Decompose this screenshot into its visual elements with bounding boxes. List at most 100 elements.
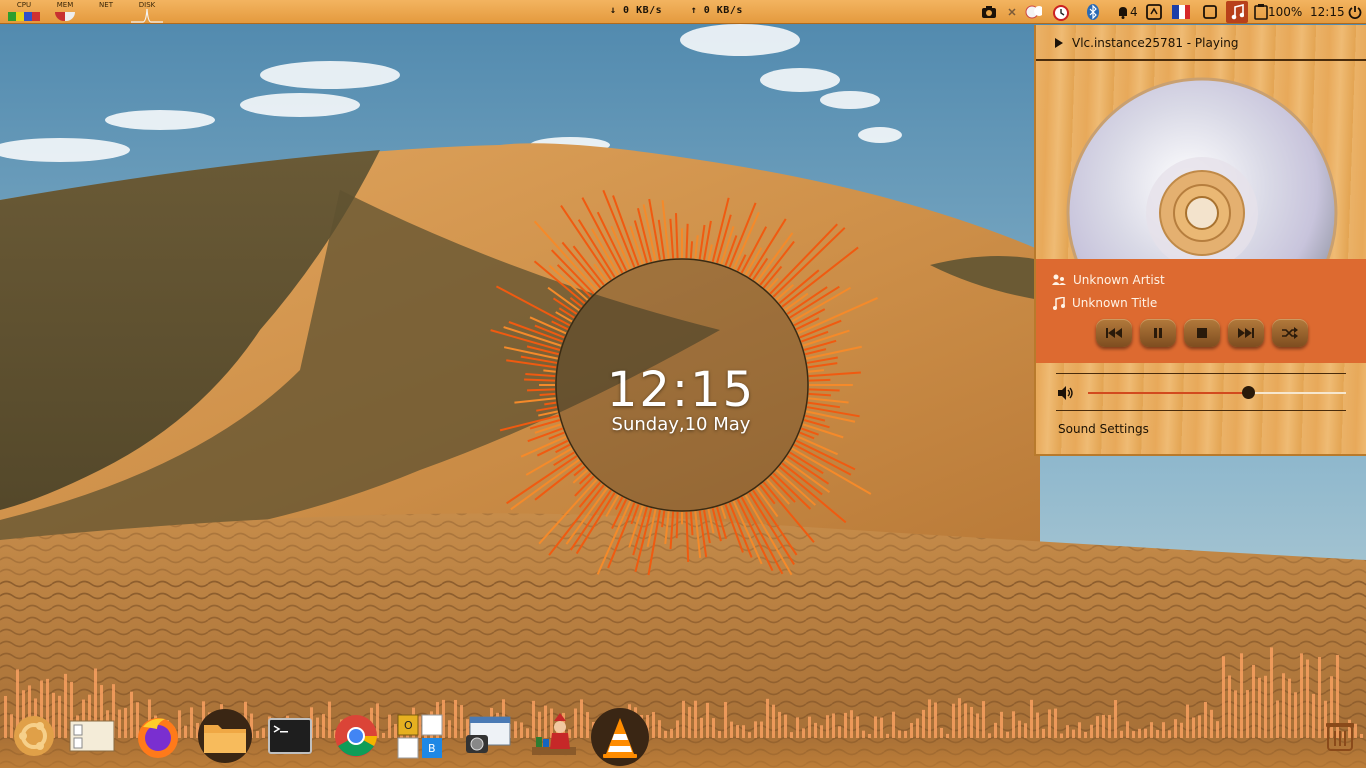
- dock-visualizer-bar: [724, 702, 727, 738]
- dock-visualizer-bar: [1288, 678, 1291, 738]
- cd-disc-icon: [1066, 77, 1338, 259]
- office-icon: OB: [397, 714, 443, 759]
- dock-visualizer-bar: [928, 699, 931, 738]
- dock-visualizer-bar: [58, 695, 61, 738]
- weather-icon[interactable]: [1024, 3, 1042, 21]
- terminal-icon: [268, 718, 312, 754]
- power-icon[interactable]: [1346, 3, 1364, 21]
- next-icon: [1238, 328, 1254, 338]
- playback-controls: [1096, 319, 1308, 347]
- clock-time: 12:15: [606, 362, 756, 418]
- music-note-icon[interactable]: [1226, 1, 1248, 23]
- dock-visualizer-bar: [1030, 699, 1033, 738]
- visualizer-bar: [543, 369, 556, 373]
- dock-visualizer-bar: [934, 702, 937, 738]
- chrome-icon: [335, 715, 377, 757]
- disk-monitor[interactable]: DISK: [129, 0, 165, 24]
- dock-visualizer-bar: [1294, 692, 1297, 738]
- svg-text:B: B: [428, 742, 436, 755]
- visualizer-bar: [524, 378, 556, 382]
- dock-visualizer-bar: [1282, 673, 1285, 738]
- shuffle-button[interactable]: [1272, 319, 1308, 347]
- desktop-clock-widget: 12:15 Sunday,10 May: [556, 362, 806, 435]
- dock-item-firefox[interactable]: [134, 712, 182, 760]
- volume-slider-handle[interactable]: [1241, 386, 1255, 399]
- net-label: NET: [99, 1, 113, 9]
- screenshot-icon[interactable]: [980, 3, 998, 21]
- sound-menu-popup: Vlc.instance25781 - Playing Unknown Arti…: [1034, 25, 1366, 456]
- dock-visualizer-bar: [1234, 690, 1237, 738]
- dock-visualizer-bar: [1264, 675, 1267, 738]
- dock-item-ubuntu[interactable]: [10, 712, 58, 760]
- dock-item-screenshot-tool[interactable]: [464, 712, 512, 760]
- dock-item-office[interactable]: OB: [396, 712, 444, 760]
- trash-icon: [1326, 723, 1354, 751]
- window-icon[interactable]: [1201, 3, 1219, 21]
- dock-visualizer-bar: [1222, 656, 1225, 738]
- dock-item-vlc[interactable]: [591, 708, 649, 766]
- dock-visualizer-bar: [328, 701, 331, 738]
- dock-visualizer-bar: [1306, 659, 1309, 738]
- previous-button[interactable]: [1096, 319, 1132, 347]
- disk-graph-icon: [131, 8, 163, 23]
- cpu-monitor[interactable]: CPU: [6, 0, 42, 24]
- dock-item-terminal[interactable]: [266, 712, 314, 760]
- firefox-icon: [138, 718, 178, 758]
- stop-icon: [1197, 328, 1207, 338]
- svg-text:O: O: [404, 719, 413, 732]
- bluetooth-icon[interactable]: [1084, 3, 1102, 21]
- mem-monitor[interactable]: MEM: [47, 0, 83, 24]
- top-panel: CPU MEM NET DISK ↓ 0 KB/s ↑ 0 KB/s 4 100…: [0, 0, 1366, 24]
- clock-date: Sunday,10 May: [611, 414, 751, 435]
- alarm-clock-icon[interactable]: [1052, 3, 1070, 21]
- vlc-icon: [591, 708, 649, 766]
- dock-visualizer-bar: [454, 699, 457, 738]
- title-row: Unknown Title: [1052, 296, 1157, 310]
- dock-visualizer-bar: [1228, 675, 1231, 738]
- screen-lock-icon[interactable]: [1145, 3, 1163, 21]
- dock-visualizer-bar: [682, 700, 685, 738]
- stop-button[interactable]: [1184, 319, 1220, 347]
- visualizer-bar: [675, 511, 679, 539]
- track-title: Unknown Title: [1072, 296, 1158, 310]
- dock-visualizer-bar: [1276, 700, 1279, 738]
- dock-item-files[interactable]: [198, 709, 252, 763]
- player-name: Vlc.instance25781 - Playing: [1072, 36, 1239, 50]
- net-monitor[interactable]: NET: [88, 0, 124, 24]
- player-header[interactable]: Vlc.instance25781 - Playing: [1036, 25, 1366, 61]
- dock-visualizer-bar: [952, 703, 955, 738]
- close-icon[interactable]: [1003, 3, 1021, 21]
- dock-visualizer-bar: [964, 703, 967, 738]
- dock-visualizer-bar: [1240, 653, 1243, 738]
- volume-row: [1056, 373, 1346, 411]
- pause-button[interactable]: [1140, 319, 1176, 347]
- dock-item-game[interactable]: [530, 712, 578, 760]
- volume-slider[interactable]: [1088, 386, 1346, 399]
- battery-level: 100%: [1268, 5, 1303, 19]
- french-flag-icon[interactable]: [1172, 3, 1190, 21]
- dock-item-trash[interactable]: [1316, 712, 1364, 760]
- dock-visualizer-bar: [1300, 653, 1303, 738]
- sound-settings-item[interactable]: Sound Settings: [1058, 422, 1149, 436]
- visualizer-bar: [808, 388, 840, 392]
- dock-visualizer-bar: [130, 691, 133, 738]
- play-indicator-icon: [1055, 38, 1063, 48]
- dock-visualizer-bar: [706, 702, 709, 738]
- dock-visualizer-bar: [1204, 701, 1207, 738]
- artist-name: Unknown Artist: [1073, 273, 1165, 287]
- dock-visualizer-bar: [982, 701, 985, 738]
- track-title-icon: [1053, 296, 1065, 310]
- net-speed-indicator: ↓ 0 KB/s ↑ 0 KB/s: [610, 5, 765, 16]
- dock-visualizer-bar: [958, 698, 961, 738]
- next-button[interactable]: [1228, 319, 1264, 347]
- shuffle-icon: [1282, 327, 1298, 339]
- volume-icon: [1058, 386, 1073, 400]
- dock-visualizer-bar: [1312, 693, 1315, 738]
- dock-item-document-viewer[interactable]: [68, 712, 116, 760]
- dock-visualizer-bar: [1270, 647, 1273, 738]
- panel-clock[interactable]: 12:15: [1310, 5, 1345, 19]
- visualizer-bar: [539, 392, 556, 396]
- dock-item-chrome[interactable]: [332, 712, 380, 760]
- artist-icon: [1052, 274, 1066, 285]
- volume-slider-fill: [1088, 392, 1248, 394]
